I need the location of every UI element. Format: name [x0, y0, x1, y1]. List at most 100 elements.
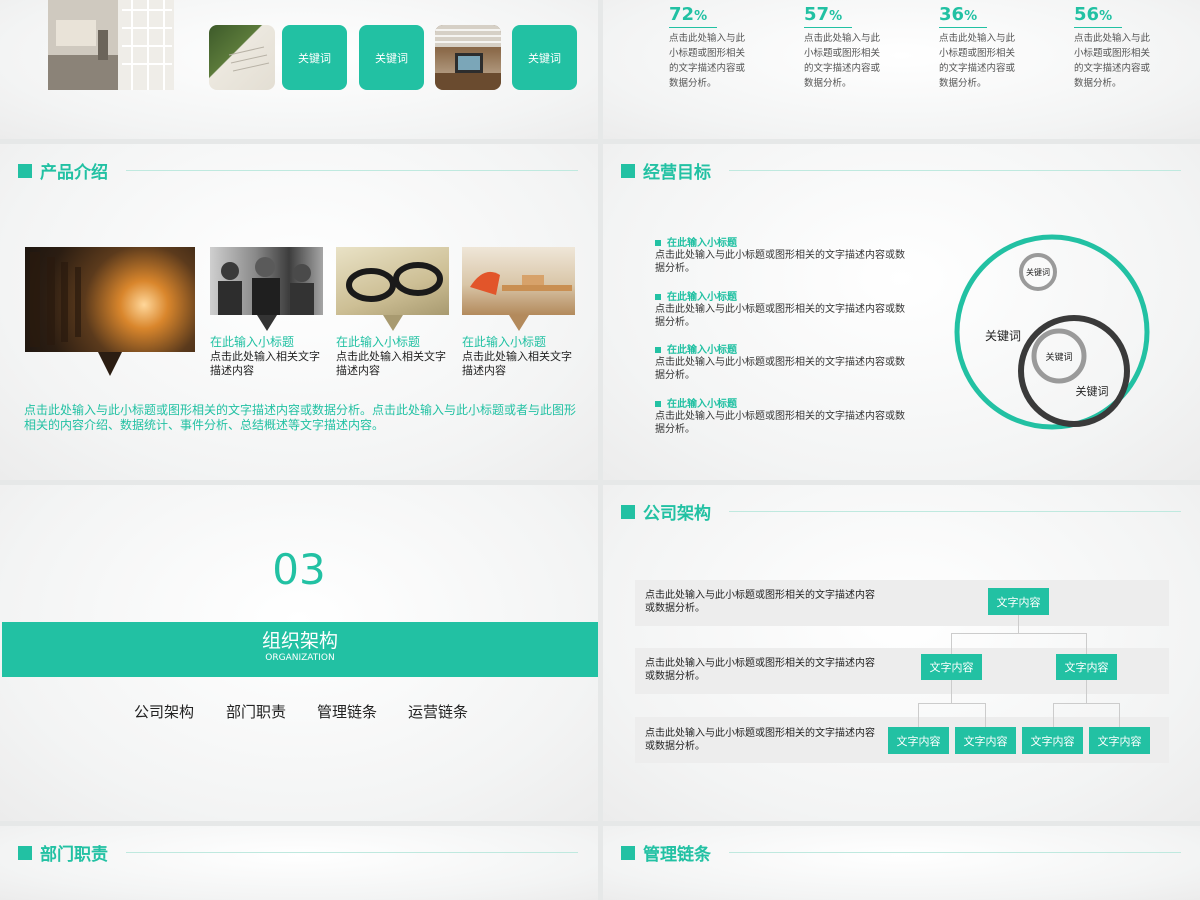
caption-desc: 点击此处输入相关文字描述内容 — [210, 350, 320, 377]
caption-title: 在此输入小标题 — [210, 335, 295, 349]
stat-divider — [669, 27, 717, 28]
goal-desc: 点击此处输入与此小标题或图形相关的文字描述内容或数据分析。 — [655, 357, 905, 381]
section-link[interactable]: 运营链条 — [408, 701, 468, 722]
slide-department-duties: 部门职责 — [0, 826, 598, 900]
product-summary: 点击此处输入与此小标题或图形相关的文字描述内容或数据分析。点击此处输入与此小标题… — [24, 403, 577, 432]
org-box-bottom[interactable]: 文字内容 — [888, 727, 949, 754]
org-box-bottom[interactable]: 文字内容 — [1089, 727, 1150, 754]
caption-desc: 点击此处输入相关文字描述内容 — [336, 350, 446, 377]
caption-title: 在此输入小标题 — [462, 335, 547, 349]
slide-header: 产品介绍 — [18, 158, 578, 183]
section-link[interactable]: 公司架构 — [134, 701, 194, 722]
glasses-photo — [336, 247, 449, 315]
goal-item: 在此输入小标题 点击此处输入与此小标题或图形相关的文字描述内容或数据分析。 — [655, 341, 905, 382]
bullet-icon — [655, 401, 661, 407]
section-subtitle: ORGANIZATION — [265, 653, 335, 663]
header-rule — [729, 170, 1181, 171]
org-connector — [1086, 633, 1087, 654]
bullet-icon — [655, 294, 661, 300]
slide-section-divider: 03 组织架构 ORGANIZATION 公司架构 部门职责 管理链条 运营链条 — [0, 485, 598, 821]
goal-item: 在此输入小标题 点击此处输入与此小标题或图形相关的文字描述内容或数据分析。 — [655, 234, 905, 275]
slide-keywords: 关键词 关键词 关键词 — [0, 0, 598, 139]
org-connector — [1053, 703, 1054, 727]
org-connector — [918, 703, 985, 704]
goal-title: 在此输入小标题 — [655, 288, 905, 303]
slide-header: 公司架构 — [621, 499, 1181, 524]
stat-description: 点击此处输入与此小标题或图形相关的文字描述内容或数据分析。 — [669, 33, 746, 89]
header-square-icon — [621, 163, 635, 178]
slide-header: 经营目标 — [621, 158, 1181, 183]
meeting-photo — [210, 247, 323, 315]
bullet-icon — [655, 347, 661, 353]
org-row-text: 点击此处输入与此小标题或图形相关的文字描述内容或数据分析。 — [645, 590, 875, 614]
slide-title: 部门职责 — [40, 845, 108, 865]
org-connector — [918, 703, 919, 727]
header-square-icon — [621, 504, 635, 519]
goal-item: 在此输入小标题 点击此处输入与此小标题或图形相关的文字描述内容或数据分析。 — [655, 288, 905, 329]
slide-management-chain: 管理链条 — [603, 826, 1200, 900]
slide-title: 公司架构 — [643, 504, 711, 524]
org-box-top[interactable]: 文字内容 — [988, 588, 1049, 615]
org-connector — [1086, 679, 1087, 703]
header-rule — [126, 170, 578, 171]
header-square-icon — [18, 845, 32, 860]
slide-header: 管理链条 — [621, 840, 1181, 865]
goal-desc: 点击此处输入与此小标题或图形相关的文字描述内容或数据分析。 — [655, 411, 905, 435]
pointer-triangle — [98, 352, 122, 376]
product-caption: 在此输入小标题 点击此处输入相关文字描述内容 — [210, 333, 328, 378]
stat-value: 57% — [804, 4, 843, 25]
org-row-text: 点击此处输入与此小标题或图形相关的文字描述内容或数据分析。 — [645, 658, 875, 682]
slide-percentages: 72% 点击此处输入与此小标题或图形相关的文字描述内容或数据分析。 57% 点击… — [603, 0, 1200, 139]
slide-title: 管理链条 — [643, 845, 711, 865]
caption-desc: 点击此处输入相关文字描述内容 — [462, 350, 572, 377]
header-rule — [729, 511, 1181, 512]
stat-divider — [939, 27, 987, 28]
office-photo — [48, 0, 174, 90]
goal-item: 在此输入小标题 点击此处输入与此小标题或图形相关的文字描述内容或数据分析。 — [655, 395, 905, 436]
slide-header: 部门职责 — [18, 840, 578, 865]
goal-desc: 点击此处输入与此小标题或图形相关的文字描述内容或数据分析。 — [655, 304, 905, 328]
notebook-photo — [209, 25, 275, 90]
org-box-bottom[interactable]: 文字内容 — [955, 727, 1016, 754]
header-rule — [126, 852, 578, 853]
product-caption: 在此输入小标题 点击此处输入相关文字描述内容 — [462, 333, 580, 378]
org-box-bottom[interactable]: 文字内容 — [1022, 727, 1083, 754]
slide-business-goals: 经营目标 在此输入小标题 点击此处输入与此小标题或图形相关的文字描述内容或数据分… — [603, 144, 1200, 480]
section-link[interactable]: 部门职责 — [226, 701, 286, 722]
stat-value: 72% — [669, 4, 708, 25]
keyword-box: 关键词 — [512, 25, 577, 90]
pointer-triangle — [383, 315, 403, 331]
goal-desc: 点击此处输入与此小标题或图形相关的文字描述内容或数据分析。 — [655, 250, 905, 274]
stat-value: 56% — [1074, 4, 1113, 25]
stat-value: 36% — [939, 4, 978, 25]
desk-laptop-photo — [435, 25, 501, 90]
org-box-mid[interactable]: 文字内容 — [1056, 654, 1117, 680]
header-square-icon — [18, 163, 32, 178]
keyword-box: 关键词 — [282, 25, 347, 90]
circle-label: 关键词 — [1045, 351, 1072, 362]
stat-description: 点击此处输入与此小标题或图形相关的文字描述内容或数据分析。 — [939, 33, 1016, 89]
keyword-box: 关键词 — [359, 25, 424, 90]
org-connector — [1018, 615, 1019, 633]
org-connector — [985, 703, 986, 727]
stat-description: 点击此处输入与此小标题或图形相关的文字描述内容或数据分析。 — [1074, 33, 1151, 89]
section-title: 组织架构 — [261, 630, 338, 652]
slide-company-structure: 公司架构 点击此处输入与此小标题或图形相关的文字描述内容或数据分析。 点击此处输… — [603, 485, 1200, 821]
header-square-icon — [621, 845, 635, 860]
goal-circles-diagram: 关键词 关键词 关键词 关键词 — [954, 234, 1150, 430]
caption-title: 在此输入小标题 — [336, 335, 421, 349]
stat-divider — [804, 27, 852, 28]
library-photo — [25, 247, 195, 352]
section-banner: 组织架构 ORGANIZATION — [2, 622, 598, 677]
org-box-mid[interactable]: 文字内容 — [921, 654, 982, 680]
header-rule — [729, 852, 1181, 853]
section-link[interactable]: 管理链条 — [317, 701, 377, 722]
circle-label: 关键词 — [1026, 267, 1050, 277]
slide-title: 经营目标 — [643, 163, 711, 183]
goal-title: 在此输入小标题 — [655, 341, 905, 356]
org-connector — [1053, 703, 1119, 704]
org-connector — [951, 633, 1086, 634]
pointer-triangle — [257, 315, 277, 331]
slide-product-intro: 产品介绍 在此输入小标题 点击此处输入相关文字描述内容 在此输入小标题 点击此处… — [0, 144, 598, 480]
stat-divider — [1074, 27, 1122, 28]
